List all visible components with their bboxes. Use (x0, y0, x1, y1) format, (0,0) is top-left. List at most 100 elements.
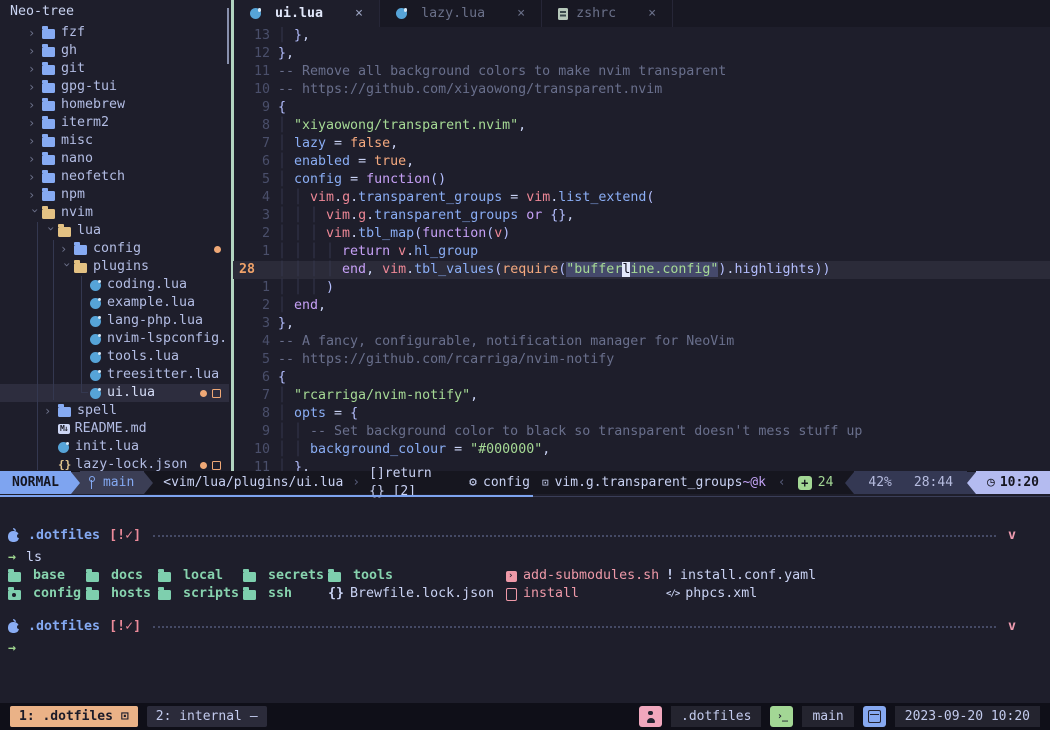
tmux-datetime: 2023-09-20 10:20 (895, 706, 1040, 727)
code-line[interactable]: 2│ end, (233, 297, 1050, 315)
neotree-scrollbar[interactable] (227, 8, 229, 64)
code-line[interactable]: 10-- https://github.com/xiyaowong/transp… (233, 81, 1050, 99)
tree-item-ui.lua[interactable]: ui.lua (0, 384, 229, 402)
code-line-current[interactable]: 28│ │ │ │ end, vim.tbl_values(require("b… (233, 261, 1050, 279)
tree-item-lang-php.lua[interactable]: lang-php.lua (0, 312, 229, 330)
folder-open-icon (74, 263, 87, 273)
code-token: ( (414, 226, 422, 241)
tree-item-neofetch[interactable]: ›neofetch (0, 168, 229, 186)
tree-item-spell[interactable]: ›spell (0, 402, 229, 420)
code-line[interactable]: 4-- A fancy, configurable, notification … (233, 333, 1050, 351)
tree-item-nvim[interactable]: ›nvim (0, 204, 229, 222)
close-icon[interactable]: × (517, 5, 525, 23)
code-line[interactable]: 8│ opts = { (233, 405, 1050, 423)
code-token: . (350, 208, 358, 223)
editor-lines[interactable]: 13│ },12},11-- Remove all background col… (233, 27, 1050, 471)
code-line[interactable]: 11-- Remove all background colors to mak… (233, 63, 1050, 81)
tree-item-plugins[interactable]: ›plugins (0, 258, 229, 276)
code-line[interactable]: 6│ enabled = true, (233, 153, 1050, 171)
code-text: │ │ │ │ end, vim.tbl_values(require("buf… (278, 261, 831, 279)
tmux-pane-border-active[interactable] (0, 495, 533, 497)
code-line[interactable]: 8│ "xiyaowong/transparent.nvim", (233, 117, 1050, 135)
tree-item-label: npm (61, 186, 85, 204)
tab-label: lazy.lua (421, 5, 485, 23)
tmux-window-2[interactable]: 2: internal – (147, 706, 267, 727)
tab-zshrc[interactable]: zshrc × (542, 0, 673, 27)
code-line[interactable]: 1│ │ │ │ return v.hl_group (233, 243, 1050, 261)
tree-item-treesitter.lua[interactable]: treesitter.lua (0, 366, 229, 384)
tree-item-label: lazy-lock.json (75, 456, 187, 471)
tree-item-coding.lua[interactable]: coding.lua (0, 276, 229, 294)
code-token: "buffer (566, 262, 622, 277)
tree-item-iterm2[interactable]: ›iterm2 (0, 114, 229, 132)
command-line-empty[interactable]: → (8, 640, 1042, 658)
code-token: vim (326, 226, 350, 241)
close-icon[interactable]: × (355, 5, 363, 23)
code-token: -- Remove all background colors to make … (278, 64, 726, 79)
tree-item-git[interactable]: ›git (0, 60, 229, 78)
code-line[interactable]: 5-- https://github.com/rcarriga/nvim-not… (233, 351, 1050, 369)
code-line[interactable]: 9{ (233, 99, 1050, 117)
git-status-marks (200, 384, 221, 402)
tree-item-lazy-lock.json[interactable]: {}lazy-lock.json (0, 456, 229, 471)
code-token: end (342, 262, 366, 277)
tree-item-misc[interactable]: ›misc (0, 132, 229, 150)
tree-item-label: coding.lua (107, 276, 187, 294)
code-line[interactable]: 7│ "rcarriga/nvim-notify", (233, 387, 1050, 405)
tree-item-example.lua[interactable]: example.lua (0, 294, 229, 312)
code-token: , (390, 136, 398, 151)
code-line[interactable]: 1│ │ │ ) (233, 279, 1050, 297)
code-line[interactable]: 11│ }, (233, 459, 1050, 471)
line-number: 10 (233, 81, 270, 99)
tree-item-lua[interactable]: ›lua (0, 222, 229, 240)
code-line[interactable]: 10│ │ background_colour = "#000000", (233, 441, 1050, 459)
tab-ui-lua[interactable]: ui.lua × (234, 0, 380, 27)
code-line[interactable]: 9│ │ -- Set background color to black so… (233, 423, 1050, 441)
tree-item-gh[interactable]: ›gh (0, 42, 229, 60)
code-line[interactable]: 4│ │ vim.g.transparent_groups = vim.list… (233, 189, 1050, 207)
code-line[interactable]: 6{ (233, 369, 1050, 387)
code-text: │ config = function() (278, 171, 446, 189)
folder-icon (86, 590, 99, 600)
code-token: { (278, 370, 286, 385)
code-token: , (366, 262, 382, 277)
tree-item-nano[interactable]: ›nano (0, 150, 229, 168)
tab-lazy-lua[interactable]: lazy.lua × (380, 0, 542, 27)
folder-icon (42, 29, 55, 39)
code-token: } (278, 316, 286, 331)
tree-item-README.md[interactable]: M↓README.md (0, 420, 229, 438)
ls-entry: !install.conf.yaml (666, 567, 816, 585)
code-token: "xiyaowong/transparent.nvim" (294, 118, 518, 133)
prompt-git-status: [!✓] (109, 527, 141, 545)
tree-item-homebrew[interactable]: ›homebrew (0, 96, 229, 114)
line-number: 5 (233, 351, 270, 369)
code-line[interactable]: 13│ }, (233, 27, 1050, 45)
tree-item-npm[interactable]: ›npm (0, 186, 229, 204)
line-number: 1 (233, 279, 270, 297)
line-number: 9 (233, 99, 270, 117)
braces-icon: {} (328, 585, 344, 603)
code-line[interactable]: 3│ │ │ vim.g.transparent_groups or {}, (233, 207, 1050, 225)
tree-item-init.lua[interactable]: init.lua (0, 438, 229, 456)
code-text: -- A fancy, configurable, notification m… (278, 333, 734, 351)
chevron-right-icon: › (28, 42, 42, 60)
code-line[interactable]: 12}, (233, 45, 1050, 63)
code-token: ( (646, 190, 654, 205)
tree-item-config[interactable]: ›config (0, 240, 229, 258)
tree-item-fzf[interactable]: ›fzf (0, 24, 229, 42)
code-line[interactable]: 2│ │ │ vim.tbl_map(function(v) (233, 225, 1050, 243)
code-line[interactable]: 5│ config = function() (233, 171, 1050, 189)
code-line[interactable]: 3}, (233, 315, 1050, 333)
code-line[interactable]: 7│ lazy = false, (233, 135, 1050, 153)
tmux-pane-border[interactable] (533, 496, 1050, 497)
tree-item-nvim-lspconfig.[interactable]: nvim-lspconfig. (0, 330, 229, 348)
code-token: end (294, 298, 318, 313)
code-token: │ (278, 406, 294, 421)
code-token: g (358, 208, 366, 223)
code-icon: </> (666, 585, 679, 603)
close-icon[interactable]: × (648, 5, 656, 23)
tmux-window-1[interactable]: 1: .dotfiles ⊡ (10, 706, 138, 727)
tree-item-tools.lua[interactable]: tools.lua (0, 348, 229, 366)
ls-entry: local (158, 567, 223, 585)
tree-item-gpg-tui[interactable]: ›gpg-tui (0, 78, 229, 96)
